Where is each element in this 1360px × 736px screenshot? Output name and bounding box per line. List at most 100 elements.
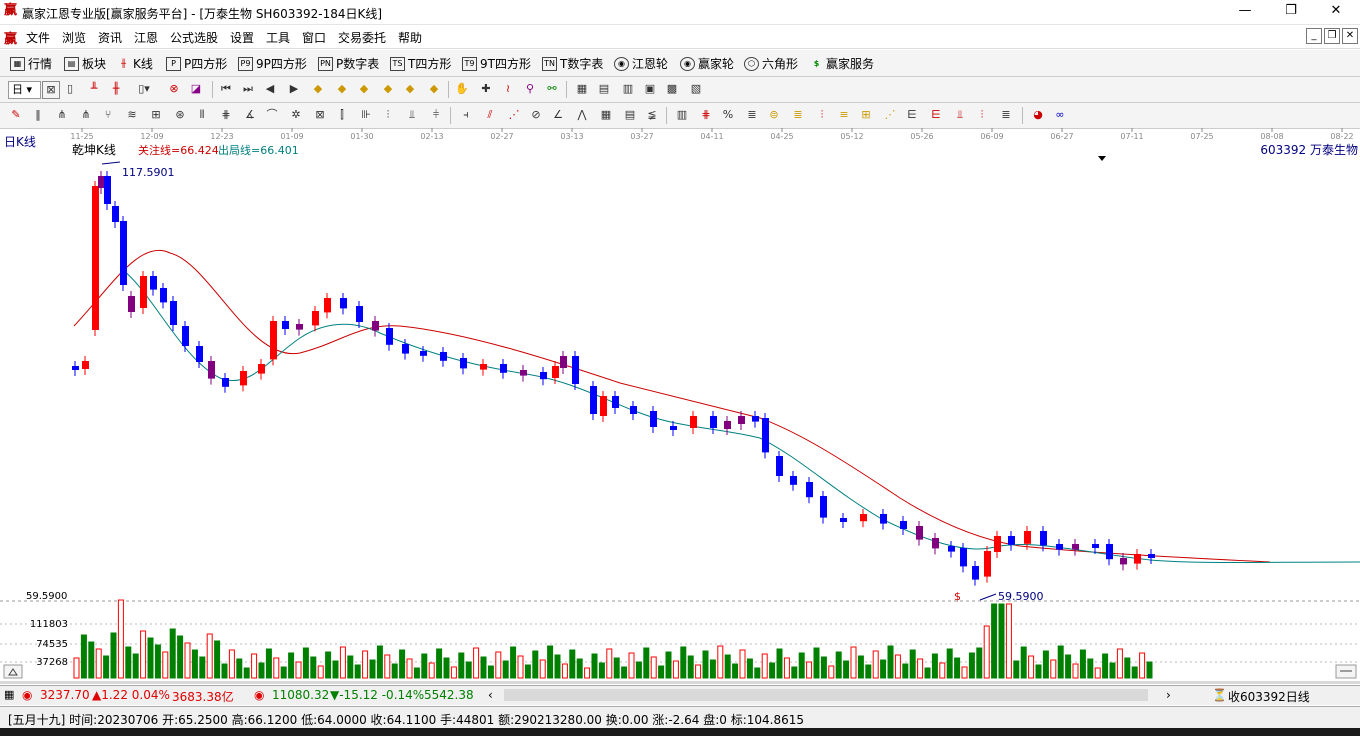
- grid-box-icon[interactable]: ▦: [598, 107, 614, 123]
- lines-tool-icon[interactable]: ⫴: [194, 107, 210, 123]
- bars-tool-icon[interactable]: ⊪: [358, 107, 374, 123]
- calendar-icon[interactable]: ▦: [574, 81, 590, 97]
- nav-hexagon[interactable]: ⬡ 六角形: [744, 55, 798, 72]
- collect-label[interactable]: 收603392日线: [1228, 688, 1310, 705]
- diamond-icon-5[interactable]: ◆: [402, 81, 418, 97]
- scroll-up-button[interactable]: [3, 664, 23, 679]
- fan-icon-1[interactable]: ⋔: [54, 107, 70, 123]
- fib-fan-icon[interactable]: ⫽: [482, 107, 498, 123]
- color-wheel-icon[interactable]: ◕: [1030, 107, 1046, 123]
- nav-t-table[interactable]: TN T数字表: [542, 55, 603, 72]
- circle-tool-icon[interactable]: ⊛: [172, 107, 188, 123]
- period-select[interactable]: 日 ▾: [8, 81, 41, 99]
- nav-gann-wheel[interactable]: ◉ 江恩轮: [614, 55, 668, 72]
- comb-red-icon[interactable]: ⫶: [974, 107, 990, 123]
- chart-bar-icon[interactable]: ╫: [108, 81, 124, 97]
- menu-window[interactable]: 窗口: [302, 29, 326, 46]
- nav-sectors[interactable]: ▤ 板块: [64, 55, 106, 72]
- menu-settings[interactable]: 设置: [230, 29, 254, 46]
- arc-tool-icon[interactable]: ⌒: [264, 107, 280, 123]
- gann-fan-icon[interactable]: ⋰: [506, 107, 522, 123]
- wave-icon[interactable]: ≀: [500, 81, 516, 97]
- ladder-tool-icon[interactable]: ⫫: [404, 107, 420, 123]
- link-icon[interactable]: ⚯: [544, 81, 560, 97]
- bracket-tool-icon[interactable]: ⫿: [334, 107, 350, 123]
- fence-tool-icon[interactable]: ⫩: [428, 107, 444, 123]
- circle-gold-icon[interactable]: ⊜: [766, 107, 782, 123]
- comb-tool-icon[interactable]: ⫶: [380, 107, 396, 123]
- parallel-lines-icon[interactable]: ‖: [30, 107, 46, 123]
- menu-tools[interactable]: 工具: [266, 29, 290, 46]
- fork-icon[interactable]: ⑂: [100, 107, 116, 123]
- box-tool-icon[interactable]: ⊠: [312, 107, 328, 123]
- grid-tool-icon[interactable]: ⊞: [148, 107, 164, 123]
- nav-service[interactable]: $ 赢家服务: [810, 55, 874, 72]
- nav-9p-square[interactable]: P9 9P四方形: [238, 55, 307, 72]
- nav-9t-square[interactable]: T9 9T四方形: [462, 55, 531, 72]
- document-icon[interactable]: ▯: [62, 81, 78, 97]
- menu-trade[interactable]: 交易委托: [338, 29, 386, 46]
- menu-browse[interactable]: 浏览: [62, 29, 86, 46]
- left-arrow-icon[interactable]: ◀: [262, 81, 278, 97]
- nav-quotes[interactable]: ▦ 行情: [10, 55, 52, 72]
- stair-icon[interactable]: ⋿: [904, 107, 920, 123]
- menu-file[interactable]: 文件: [26, 29, 50, 46]
- chart-type-icon[interactable]: ╨: [86, 81, 102, 97]
- indicator-icon[interactable]: ◪: [188, 81, 204, 97]
- diamond-icon-6[interactable]: ◆: [426, 81, 442, 97]
- gold-box-icon[interactable]: ⊞: [858, 107, 874, 123]
- stair-red-icon[interactable]: ⋿: [928, 107, 944, 123]
- zigzag-icon[interactable]: ⋀: [574, 107, 590, 123]
- magnet-icon[interactable]: ⚲: [522, 81, 538, 97]
- vline-tool-icon[interactable]: ⫞: [458, 107, 474, 123]
- maximize-button[interactable]: ❐: [1268, 0, 1314, 24]
- menu-formula[interactable]: 公式选股: [170, 29, 218, 46]
- ladder-red-icon[interactable]: ⫫: [952, 107, 968, 123]
- zoom-icon[interactable]: ⊠: [42, 81, 60, 99]
- grid-icon[interactable]: ▦: [4, 688, 14, 701]
- gear-tool-icon[interactable]: ✲: [288, 107, 304, 123]
- angle-tool-icon[interactable]: ∡: [242, 107, 258, 123]
- fan-icon-2[interactable]: ⋔: [78, 107, 94, 123]
- nav-p-square[interactable]: P P四方形: [166, 55, 227, 72]
- nav-t-square[interactable]: TS T四方形: [390, 55, 451, 72]
- cross-tool-icon[interactable]: ⋕: [218, 107, 234, 123]
- menu-help[interactable]: 帮助: [398, 29, 422, 46]
- mdi-restore-button[interactable]: ❐: [1324, 28, 1340, 44]
- first-bar-icon[interactable]: ⏮: [218, 81, 234, 97]
- diamond-icon-3[interactable]: ◆: [356, 81, 372, 97]
- kline-chart[interactable]: 11-25 12-09 12-23 01-09 01-30 02-13 02-27 03-13…: [0, 128, 1360, 681]
- minimize-button[interactable]: —: [1222, 0, 1268, 24]
- gann-box-icon[interactable]: ⊘: [528, 107, 544, 123]
- table-tool-icon[interactable]: ▥: [674, 107, 690, 123]
- nav-kline[interactable]: ╫ K线: [117, 55, 153, 72]
- last-bar-icon[interactable]: ⏭: [240, 81, 256, 97]
- scroll-left-button[interactable]: ‹: [488, 688, 493, 702]
- level-gold-icon[interactable]: ≣: [790, 107, 806, 123]
- fan-red-icon[interactable]: ⋕: [698, 107, 714, 123]
- crosshair-icon[interactable]: ✚: [478, 81, 494, 97]
- percent-icon[interactable]: %: [720, 107, 736, 123]
- menu-news[interactable]: 资讯: [98, 29, 122, 46]
- scroll-right-button[interactable]: ›: [1166, 688, 1171, 702]
- infinity-icon[interactable]: ∞: [1052, 107, 1068, 123]
- formula-icon[interactable]: ⊗: [166, 81, 182, 97]
- nav-winner-wheel[interactable]: ◉ 赢家轮: [680, 55, 734, 72]
- bars-red-icon[interactable]: ⫶: [814, 107, 830, 123]
- horizontal-scrollbar[interactable]: [504, 689, 1148, 701]
- close-button[interactable]: ✕: [1313, 0, 1359, 24]
- diamond-icon-1[interactable]: ◆: [310, 81, 326, 97]
- hand-icon[interactable]: ✋: [454, 81, 470, 97]
- nav-p-table[interactable]: PN P数字表: [318, 55, 379, 72]
- grid-box2-icon[interactable]: ▤: [622, 107, 638, 123]
- angles-icon[interactable]: ≨: [644, 107, 660, 123]
- trend-line-icon[interactable]: ∠: [550, 107, 566, 123]
- table-icon[interactable]: ▤: [596, 81, 612, 97]
- wave-tool-icon[interactable]: ≋: [124, 107, 140, 123]
- level-lines-icon[interactable]: ≣: [744, 107, 760, 123]
- mdi-close-button[interactable]: ✕: [1342, 28, 1358, 44]
- gold-lines-icon[interactable]: ≡: [836, 107, 852, 123]
- right-arrow-icon[interactable]: ▶: [286, 81, 302, 97]
- pencil-icon[interactable]: ✎: [8, 107, 24, 123]
- ruler-icon[interactable]: ≣: [998, 107, 1014, 123]
